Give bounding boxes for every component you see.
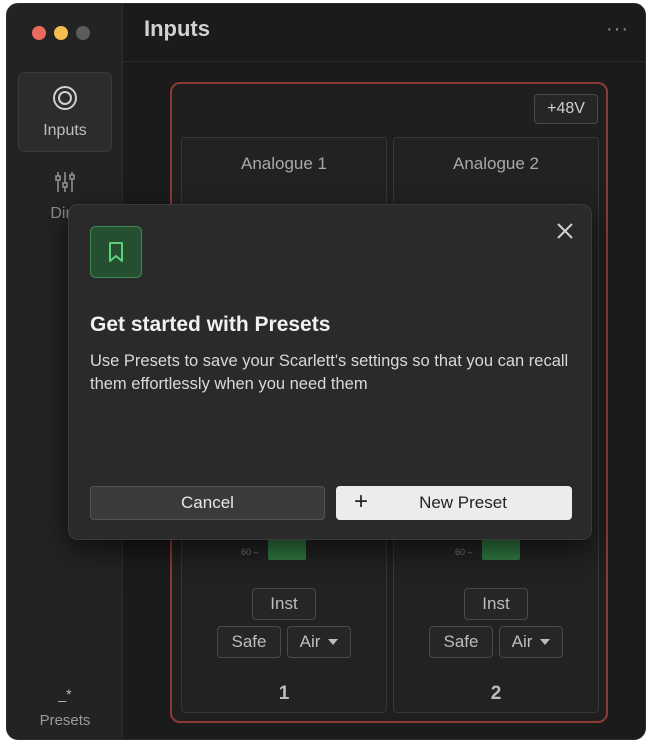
channel-name: Analogue 1 <box>240 154 328 173</box>
new-preset-button[interactable]: + New Preset <box>336 486 572 520</box>
sidebar-item-label: Inputs <box>43 121 87 139</box>
input-ring-icon <box>52 85 78 116</box>
inst-button[interactable]: Inst <box>464 588 528 620</box>
level-meter <box>482 538 520 560</box>
more-options-button[interactable]: ··· <box>606 18 629 41</box>
safe-button[interactable]: Safe <box>429 626 493 658</box>
air-label: Air <box>299 632 321 651</box>
new-preset-label: New Preset <box>419 493 507 512</box>
dialog-body: Use Presets to save your Scarlett's sett… <box>90 352 569 393</box>
window-controls <box>32 26 90 40</box>
chevron-down-icon <box>328 639 339 645</box>
air-dropdown[interactable]: Air <box>499 626 563 658</box>
sidebar-item-inputs[interactable]: Inputs <box>18 72 112 152</box>
presets-icon: _* <box>58 686 72 702</box>
close-window-button[interactable] <box>32 26 46 40</box>
inst-button[interactable]: Inst <box>252 588 316 620</box>
safe-button[interactable]: Safe <box>217 626 281 658</box>
channel-number: 2 <box>490 683 502 704</box>
bookmark-icon <box>90 226 142 278</box>
top-bar: Inputs ··· <box>123 4 645 62</box>
air-label: Air <box>511 632 533 651</box>
minimize-window-button[interactable] <box>54 26 68 40</box>
zoom-window-button[interactable] <box>76 26 90 40</box>
channel-name: Analogue 2 <box>452 154 540 173</box>
channel-number: 1 <box>278 683 290 704</box>
meter-scale-label: 60 – <box>241 547 259 557</box>
mixer-sliders-icon <box>53 170 77 199</box>
level-meter <box>268 538 306 560</box>
sidebar-item-presets[interactable]: _* Presets <box>18 669 112 729</box>
meter-scale-label: 60 – <box>455 547 473 557</box>
sidebar-item-label: Presets <box>39 712 91 729</box>
air-dropdown[interactable]: Air <box>287 626 351 658</box>
presets-dialog: Get started with Presets Use Presets to … <box>68 204 592 540</box>
chevron-down-icon <box>540 639 551 645</box>
cancel-button[interactable]: Cancel <box>90 486 325 520</box>
plus-icon: + <box>354 488 369 515</box>
phantom-power-button[interactable]: +48V <box>534 94 598 124</box>
dialog-title: Get started with Presets <box>90 313 331 336</box>
close-icon[interactable] <box>553 219 577 243</box>
page-title: Inputs <box>144 16 210 41</box>
